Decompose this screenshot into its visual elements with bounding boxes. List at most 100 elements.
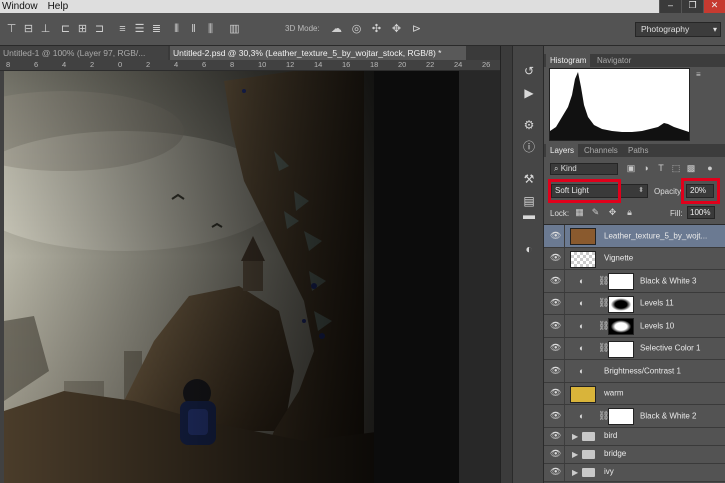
lock-position-icon[interactable]: ✥ (607, 207, 618, 218)
lock-transparent-icon[interactable]: ▦ (574, 207, 585, 218)
search-icon: ⌕ (554, 164, 561, 173)
vertical-scrollbar[interactable] (500, 46, 512, 483)
filter-toggle-icon[interactable]: ● (705, 163, 715, 174)
properties-icon[interactable]: ⚙ (522, 118, 536, 132)
align-hcenter-icon[interactable]: ⊞ (76, 23, 89, 36)
tab-histogram[interactable]: Histogram (546, 54, 591, 67)
lock-all-icon[interactable]: 🔒︎ (624, 207, 635, 218)
layers-panel-tabs: Layers Channels Paths (544, 144, 725, 157)
histogram-menu-icon[interactable]: ≡ (696, 70, 701, 79)
tab-channels[interactable]: Channels (580, 144, 622, 157)
align-right-icon[interactable]: ⊐ (93, 23, 106, 36)
distribute-vcenter-icon[interactable]: ☰ (133, 23, 146, 36)
expand-arrow-icon[interactable]: ▶ (572, 432, 578, 441)
align-left-icon[interactable]: ⊏ (59, 23, 72, 36)
eye-icon[interactable]: 👁︎ (550, 298, 561, 309)
eye-icon[interactable]: 👁︎ (550, 253, 561, 264)
scale-3d-icon[interactable]: ⊳ (410, 23, 423, 36)
eye-icon[interactable]: 👁︎ (550, 410, 561, 421)
distribute-bottom-icon[interactable]: ≣ (150, 23, 163, 36)
right-panels: Histogram Navigator ≡ Layers Channels Pa… (544, 46, 725, 483)
horizontal-ruler: 8 6 4 2 0 2 4 6 8 10 12 14 16 18 20 22 24 26 (0, 60, 500, 71)
expand-arrow-icon[interactable]: ▶ (572, 450, 578, 459)
filter-shape-icon[interactable]: ⬚ (671, 163, 681, 174)
adjustments-icon[interactable]: ◐ (522, 242, 536, 256)
document-canvas[interactable] (4, 71, 459, 483)
close-icon[interactable]: ✕ (703, 0, 725, 13)
eye-icon[interactable]: 👁︎ (550, 467, 561, 478)
group-row[interactable]: 👁︎ ▶ ivy (544, 463, 725, 482)
layer-name: Brightness/Contrast 1 (604, 366, 681, 376)
actions-play-icon[interactable]: ▶ (522, 86, 536, 100)
layer-row[interactable]: 👁︎ Leather_texture_5_by_wojt... (544, 225, 725, 248)
tab-untitled-1[interactable]: Untitled-1 @ 100% (Layer 97, RGB/... (0, 46, 168, 60)
ruler-tick-label: 24 (454, 60, 463, 69)
eye-icon[interactable]: 👁︎ (550, 388, 561, 399)
eye-icon[interactable]: 👁︎ (550, 320, 561, 331)
layer-row[interactable]: 👁︎ ◐ ⛓ Levels 10 (544, 315, 725, 338)
filter-pixel-icon[interactable]: ▣ (626, 163, 636, 174)
fill-input[interactable]: 100% (687, 206, 715, 219)
layer-name: Levels 11 (640, 298, 674, 308)
eye-icon[interactable]: 👁︎ (550, 343, 561, 354)
layer-thumbnail (570, 250, 596, 268)
group-row[interactable]: 👁︎ ▶ bird (544, 427, 725, 446)
ruler-tick-label: 18 (370, 60, 379, 69)
eye-icon[interactable]: 👁︎ (550, 431, 561, 442)
tab-paths[interactable]: Paths (624, 144, 652, 157)
ruler-tick-label: 20 (398, 60, 407, 69)
layers-controls: ⌕ Kind ▣ ◑ T ⬚ ▩ ● Soft Light Opacity: 2… (544, 157, 725, 233)
eye-icon[interactable]: 👁︎ (550, 275, 561, 286)
distribute-top-icon[interactable]: ≡ (116, 23, 129, 36)
layer-name: Vignette (604, 253, 634, 263)
roll-3d-icon[interactable]: ◎ (350, 23, 363, 36)
menu-window[interactable]: Window (0, 1, 46, 12)
restore-icon[interactable]: ❐ (681, 0, 703, 13)
orbit-3d-icon[interactable]: ☁ (330, 23, 343, 36)
tool-presets-icon[interactable]: ⚒ (522, 172, 536, 186)
ruler-tick-label: 2 (90, 60, 95, 69)
group-row[interactable]: 👁︎ ▶ bridge (544, 445, 725, 464)
layer-thumbnail (570, 385, 596, 403)
ruler-tick-label: 26 (482, 60, 491, 69)
align-vcenter-icon[interactable]: ⊟ (22, 23, 35, 36)
tab-untitled-2[interactable]: Untitled-2.psd @ 30,3% (Leather_texture_… (170, 46, 466, 60)
minimize-icon[interactable]: – (659, 0, 681, 13)
adjustment-icon: ◐ (579, 298, 585, 309)
auto-align-icon[interactable]: ▥ (228, 23, 241, 36)
expand-arrow-icon[interactable]: ▶ (572, 468, 578, 477)
align-top-icon[interactable]: ⊤ (5, 23, 18, 36)
lock-image-icon[interactable]: ✎ (590, 207, 601, 218)
distribute-left-icon[interactable]: ⫴ (170, 23, 183, 36)
slide-3d-icon[interactable]: ✥ (390, 23, 403, 36)
tab-title: Untitled-2.psd @ 30,3% (Leather_texture_… (173, 48, 442, 58)
layer-row[interactable]: 👁︎ warm (544, 382, 725, 405)
tab-navigator[interactable]: Navigator (593, 54, 635, 67)
layer-row[interactable]: 👁︎ ◐ ⛓ Levels 11 (544, 292, 725, 315)
eye-icon[interactable]: 👁︎ (550, 365, 561, 376)
layer-row[interactable]: 👁︎ ◐ ⛓ Black & White 3 (544, 270, 725, 293)
layer-row[interactable]: 👁︎ Vignette (544, 247, 725, 270)
layer-row[interactable]: 👁︎ ◐ ⛓ Black & White 2 (544, 405, 725, 428)
workspace-select[interactable]: Photography (635, 22, 721, 37)
history-icon[interactable]: ↺ (522, 64, 536, 78)
menu-help[interactable]: Help (46, 1, 77, 12)
align-bottom-icon[interactable]: ⊥ (39, 23, 52, 36)
drag-3d-icon[interactable]: ✣ (370, 23, 383, 36)
brush-presets-icon[interactable]: ▬ (522, 208, 536, 222)
opacity-highlight (681, 178, 720, 204)
eye-icon[interactable]: 👁︎ (550, 230, 561, 241)
distribute-right-icon[interactable]: ⫼ (204, 23, 217, 36)
filter-type-icon[interactable]: T (656, 163, 666, 174)
layer-row[interactable]: 👁︎ ◐ ⛓ Selective Color 1 (544, 337, 725, 360)
info-icon[interactable]: ⓘ (522, 140, 536, 154)
ruler-tick-label: 8 (230, 60, 235, 69)
filter-adjustment-icon[interactable]: ◑ (641, 163, 651, 174)
distribute-hcenter-icon[interactable]: ‖ (187, 23, 200, 36)
filter-smart-object-icon[interactable]: ▩ (686, 163, 696, 174)
tab-layers[interactable]: Layers (546, 144, 579, 157)
kind-filter[interactable]: ⌕ Kind (550, 163, 618, 175)
layer-row[interactable]: 👁︎ ◐ Brightness/Contrast 1 (544, 360, 725, 383)
layer-comps-icon[interactable]: ▤ (522, 194, 536, 208)
eye-icon[interactable]: 👁︎ (550, 449, 561, 460)
